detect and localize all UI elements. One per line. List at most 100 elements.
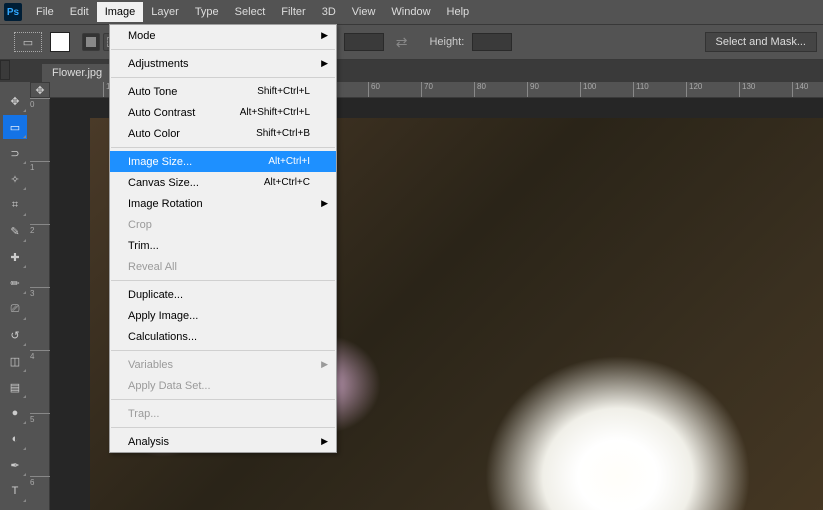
- blur-tool[interactable]: ●: [3, 401, 27, 425]
- ruler-tick: 100: [580, 82, 596, 98]
- menu-help[interactable]: Help: [439, 2, 478, 22]
- ruler-tick: 4: [30, 350, 50, 361]
- menu-item-label: Analysis: [128, 436, 169, 448]
- menu-item-label: Trim...: [128, 240, 159, 252]
- height-label: Height:: [429, 36, 464, 48]
- history-brush-tool[interactable]: ↺: [3, 323, 27, 347]
- menu-item-apply-image[interactable]: Apply Image...: [110, 305, 336, 326]
- menu-item-auto-contrast[interactable]: Auto ContrastAlt+Shift+Ctrl+L: [110, 102, 336, 123]
- menu-filter[interactable]: Filter: [273, 2, 313, 22]
- menu-item-auto-color[interactable]: Auto ColorShift+Ctrl+B: [110, 123, 336, 144]
- ruler-origin[interactable]: ✥: [30, 82, 50, 98]
- ruler-tick: 1: [30, 161, 50, 172]
- ruler-tick: 0: [30, 98, 50, 109]
- menu-item-label: Adjustments: [128, 58, 189, 70]
- menu-file[interactable]: File: [28, 2, 62, 22]
- menu-item-label: Duplicate...: [128, 289, 183, 301]
- tool-flyout-indicator: [23, 109, 26, 112]
- menu-item-label: Image Rotation: [128, 198, 203, 210]
- ruler-tick: 60: [368, 82, 380, 98]
- menu-layer[interactable]: Layer: [143, 2, 187, 22]
- ruler-tick: 70: [421, 82, 433, 98]
- menu-item-label: Crop: [128, 219, 152, 231]
- tool-flyout-indicator: [23, 265, 26, 268]
- eyedropper-tool[interactable]: ✎: [3, 219, 27, 243]
- menu-item-trap: Trap...: [110, 403, 336, 424]
- pen-tool[interactable]: ✒: [3, 453, 27, 477]
- dodge-tool[interactable]: ◐: [3, 427, 27, 451]
- swap-dimensions-icon[interactable]: ⇄: [396, 34, 408, 51]
- tool-flyout-indicator: [23, 369, 26, 372]
- menu-separator: [111, 399, 335, 400]
- menu-item-duplicate[interactable]: Duplicate...: [110, 284, 336, 305]
- menu-shortcut: Alt+Ctrl+C: [264, 177, 310, 188]
- menu-item-label: Trap...: [128, 408, 159, 420]
- tool-flyout-indicator: [23, 161, 26, 164]
- tool-flyout-indicator: [23, 343, 26, 346]
- healing-brush-tool[interactable]: ✚: [3, 245, 27, 269]
- menu-image[interactable]: Image: [97, 2, 144, 22]
- move-tool[interactable]: ✥: [3, 89, 27, 113]
- submenu-arrow-icon: ▶: [321, 58, 328, 69]
- tool-flyout-indicator: [23, 421, 26, 424]
- marquee-tool[interactable]: ▭: [3, 115, 27, 139]
- magic-wand-tool[interactable]: ✧: [3, 167, 27, 191]
- ruler-tick: 140: [792, 82, 808, 98]
- type-tool[interactable]: T: [3, 479, 27, 503]
- menu-select[interactable]: Select: [227, 2, 274, 22]
- panel-tab[interactable]: [0, 60, 10, 80]
- menu-3d[interactable]: 3D: [314, 2, 344, 22]
- menu-item-image-size[interactable]: Image Size... Alt+Ctrl+I: [110, 151, 336, 172]
- menu-item-label: Apply Image...: [128, 310, 198, 322]
- menu-item-label: Variables: [128, 359, 173, 371]
- select-and-mask-button[interactable]: Select and Mask...: [705, 32, 818, 52]
- brush-tool[interactable]: ✏: [3, 271, 27, 295]
- tool-flyout-indicator: [23, 239, 26, 242]
- menu-view[interactable]: View: [344, 2, 384, 22]
- menu-edit[interactable]: Edit: [62, 2, 97, 22]
- clone-stamp-tool[interactable]: ⎚: [3, 297, 27, 321]
- menubar: Ps FileEditImageLayerTypeSelectFilter3DV…: [0, 0, 823, 24]
- menu-separator: [111, 350, 335, 351]
- menu-item-variables: Variables ▶: [110, 354, 336, 375]
- gradient-tool[interactable]: ▤: [3, 375, 27, 399]
- ruler-tick: 5: [30, 413, 50, 424]
- submenu-arrow-icon: ▶: [321, 359, 328, 370]
- tool-flyout-indicator: [23, 317, 26, 320]
- crop-tool[interactable]: ⌗: [3, 193, 27, 217]
- menu-separator: [111, 427, 335, 428]
- ruler-tick: 120: [686, 82, 702, 98]
- menu-item-label: Mode: [128, 30, 156, 42]
- menu-type[interactable]: Type: [187, 2, 227, 22]
- menu-item-label: Canvas Size...: [128, 177, 199, 189]
- menu-item-canvas-size[interactable]: Canvas Size... Alt+Ctrl+C: [110, 172, 336, 193]
- menu-item-calculations[interactable]: Calculations...: [110, 326, 336, 347]
- ruler-tick: 3: [30, 287, 50, 298]
- tool-flyout-indicator: [23, 213, 26, 216]
- menu-item-adjustments[interactable]: Adjustments ▶: [110, 53, 336, 74]
- menu-shortcut: Alt+Ctrl+I: [268, 156, 310, 167]
- menu-item-label: Image Size...: [128, 156, 192, 168]
- eraser-tool[interactable]: ◫: [3, 349, 27, 373]
- menu-item-mode[interactable]: Mode▶: [110, 25, 336, 46]
- tool-preset-icon[interactable]: ▭: [14, 32, 42, 52]
- menu-separator: [111, 280, 335, 281]
- menu-item-image-rotation[interactable]: Image Rotation▶: [110, 193, 336, 214]
- foreground-swatch[interactable]: [50, 32, 70, 52]
- ruler-tick: 6: [30, 476, 50, 487]
- menu-item-auto-tone[interactable]: Auto ToneShift+Ctrl+L: [110, 81, 336, 102]
- menu-item-analysis[interactable]: Analysis▶: [110, 431, 336, 452]
- menu-item-reveal-all: Reveal All: [110, 256, 336, 277]
- selection-new-icon[interactable]: [82, 33, 100, 51]
- ruler-vertical[interactable]: 0123456: [30, 82, 50, 510]
- menu-item-trim[interactable]: Trim...: [110, 235, 336, 256]
- width-field[interactable]: [344, 33, 384, 51]
- tool-flyout-indicator: [23, 447, 26, 450]
- menu-item-label: Calculations...: [128, 331, 197, 343]
- height-field[interactable]: [472, 33, 512, 51]
- document-tab-label: Flower.jpg: [52, 67, 102, 79]
- menu-separator: [111, 147, 335, 148]
- image-menu-dropdown: Mode▶Adjustments▶Auto ToneShift+Ctrl+LAu…: [109, 24, 337, 453]
- menu-window[interactable]: Window: [383, 2, 438, 22]
- lasso-tool[interactable]: ⊃: [3, 141, 27, 165]
